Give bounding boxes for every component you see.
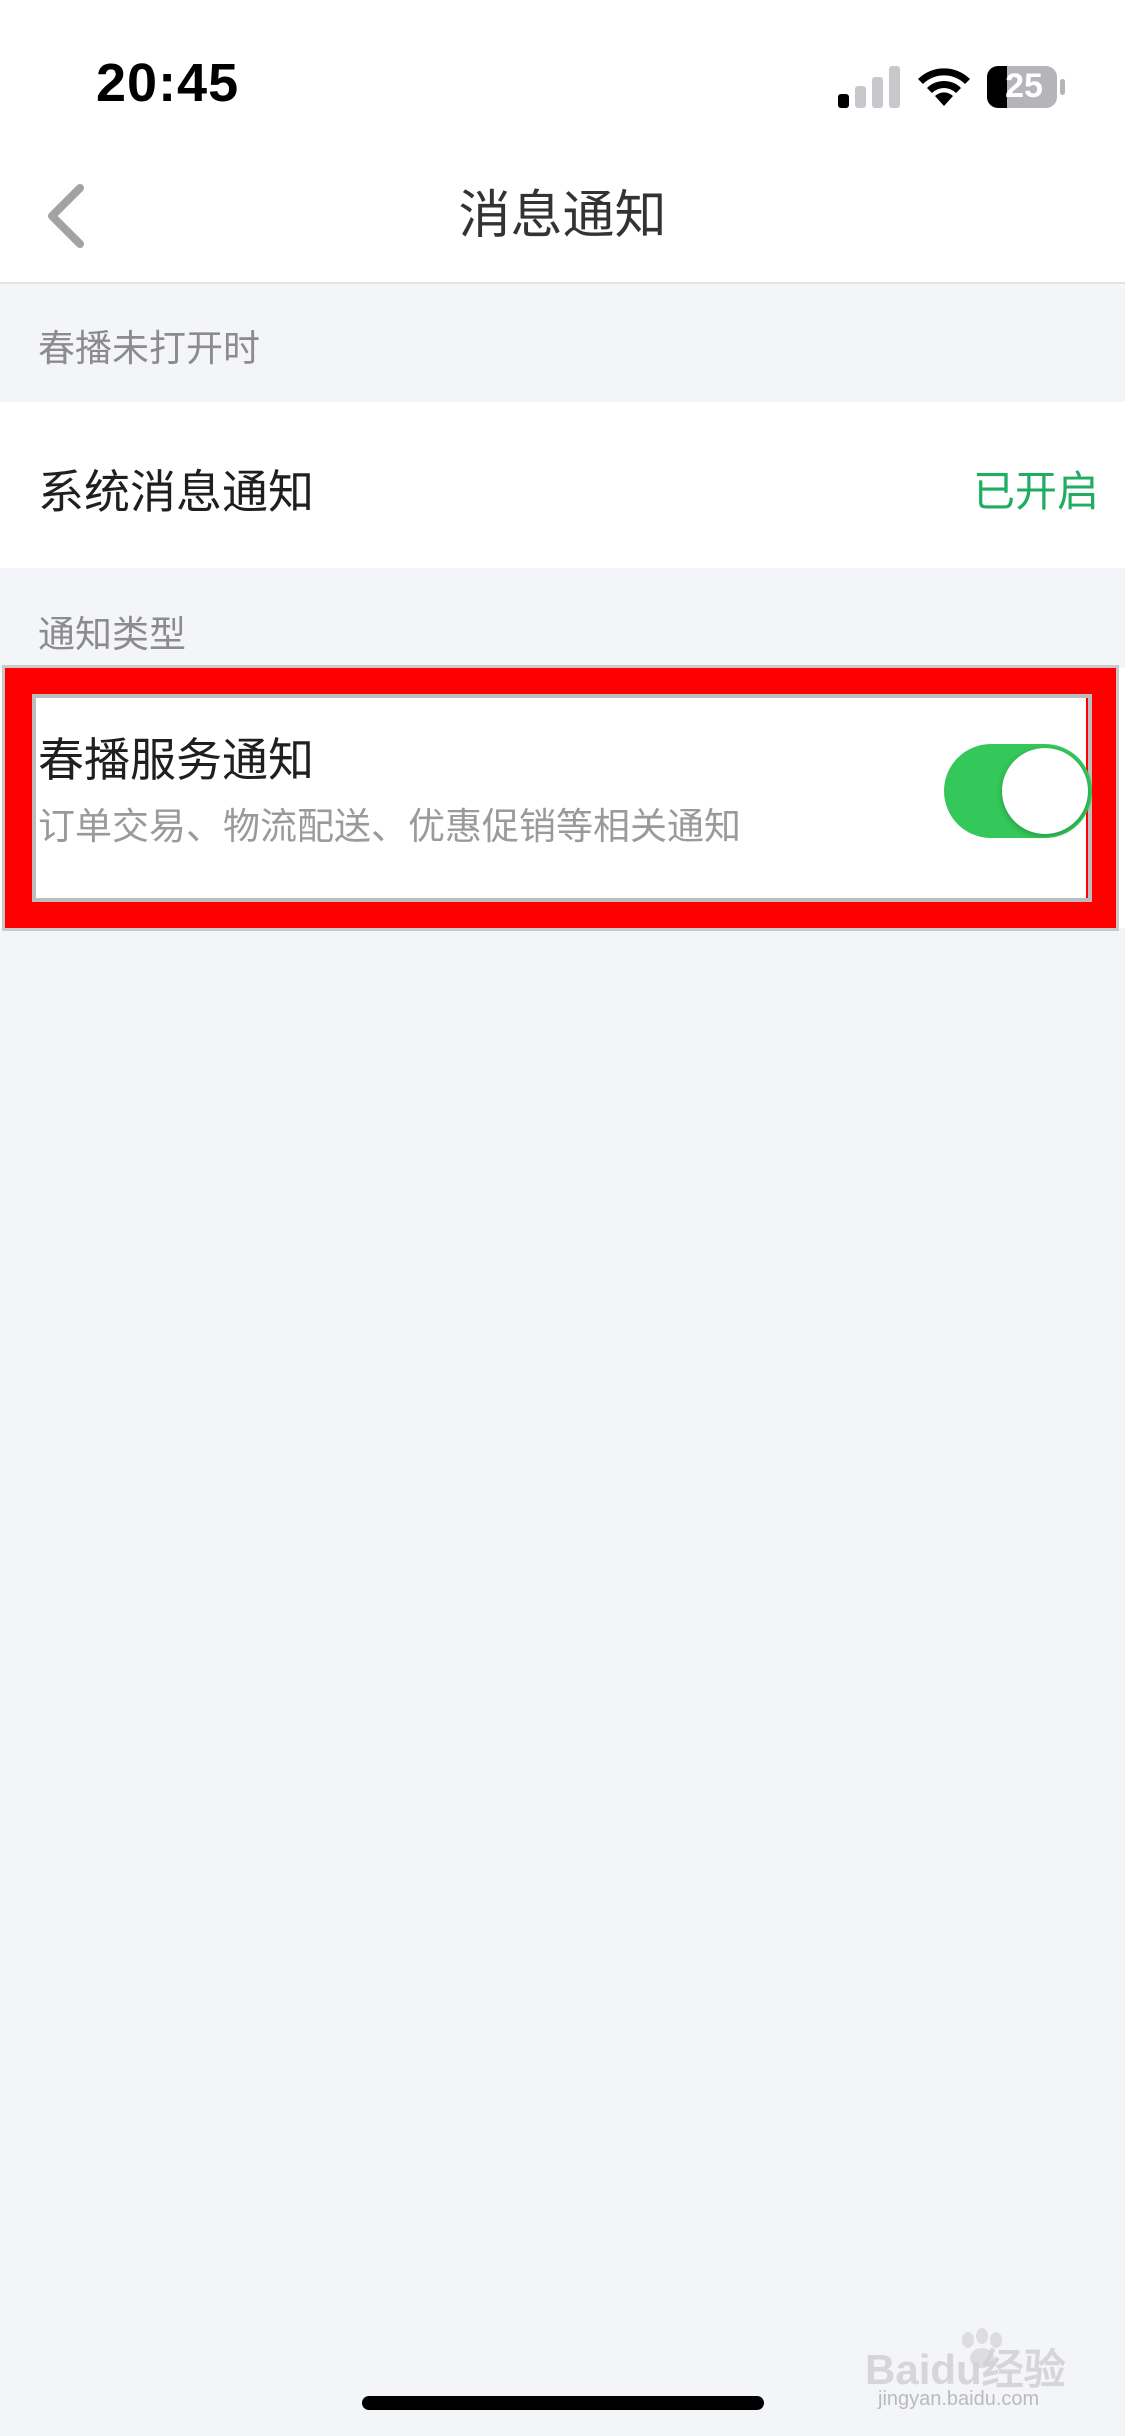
service-notification-toggle[interactable] bbox=[944, 744, 1092, 838]
section-header-notification-types: 通知类型 bbox=[38, 613, 186, 656]
highlight-inner-frame bbox=[32, 694, 1092, 902]
watermark-url: jingyan.baidu.com bbox=[878, 2388, 1040, 2410]
home-indicator[interactable] bbox=[362, 2396, 764, 2410]
navigation-bar: 消息通知 bbox=[0, 150, 1125, 284]
wifi-icon bbox=[918, 68, 970, 106]
battery-level-text: 25 bbox=[1005, 67, 1043, 105]
toggle-knob bbox=[1002, 748, 1088, 834]
system-notification-row[interactable]: 系统消息通知 已开启 bbox=[0, 402, 1125, 568]
status-bar: 20:45 25 bbox=[0, 0, 1125, 150]
status-time: 20:45 bbox=[96, 53, 240, 113]
chevron-left-icon bbox=[48, 184, 84, 248]
cellular-signal-icon bbox=[838, 66, 900, 108]
system-notification-status: 已开启 bbox=[972, 467, 1099, 516]
system-notification-title: 系统消息通知 bbox=[38, 465, 314, 519]
back-button[interactable] bbox=[30, 170, 130, 262]
page-title: 消息通知 bbox=[458, 186, 667, 246]
section-header-app-closed: 春播未打开时 bbox=[38, 327, 260, 370]
